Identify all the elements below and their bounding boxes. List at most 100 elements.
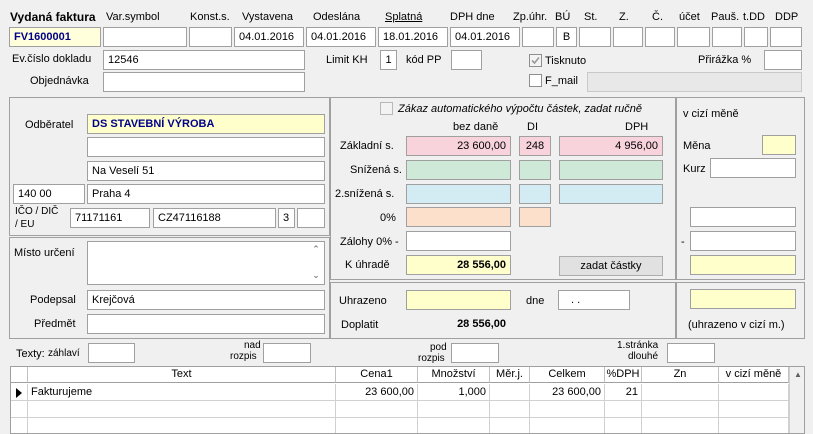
nad-rozpis-field[interactable] (263, 343, 311, 363)
pod-rozpis-field[interactable] (451, 343, 499, 363)
zakladni-bez-field[interactable]: 23 600,00 (406, 136, 511, 156)
var-symbol-field[interactable] (103, 27, 187, 47)
scroll-up-icon[interactable]: ▲ (790, 367, 804, 383)
table-cell-text[interactable]: Fakturujeme (28, 384, 336, 401)
snizena-dph-field[interactable] (559, 160, 663, 180)
k-uhrade-field[interactable]: 28 556,00 (406, 255, 511, 275)
odberatel-name-field[interactable]: DS STAVEBNÍ VÝROBA (87, 114, 325, 134)
odberatel-line2-field[interactable] (87, 137, 325, 157)
foreign-field-2[interactable] (690, 231, 796, 251)
nula-bez-field[interactable] (406, 207, 511, 227)
ico-field[interactable]: 71171161 (70, 208, 150, 228)
scroll-down-icon[interactable]: ⌄ (310, 269, 322, 281)
dic-field[interactable]: CZ47116188 (153, 208, 276, 228)
scroll-up-icon[interactable]: ⌃ (310, 243, 322, 255)
table-row-empty[interactable] (530, 401, 605, 418)
misto-textarea[interactable] (87, 241, 325, 285)
paus-field[interactable] (712, 27, 742, 47)
col-zn[interactable]: Zn (642, 367, 719, 383)
zakladni-di-field[interactable]: 248 (519, 136, 551, 156)
kurz-field[interactable] (710, 158, 796, 178)
street-field[interactable]: Na Veselí 51 (87, 161, 325, 181)
table-row-empty[interactable] (418, 401, 490, 418)
table-row-empty[interactable] (605, 418, 642, 433)
table-row-empty[interactable] (719, 418, 789, 433)
table-row-empty[interactable] (490, 401, 530, 418)
table-cell-merj[interactable] (490, 384, 530, 401)
snizena2-di-field[interactable] (519, 184, 551, 204)
invoice-number-field[interactable]: FV1600001 (9, 27, 101, 47)
zahlavi-field[interactable] (88, 343, 135, 363)
mena-field[interactable] (762, 135, 796, 155)
table-row-empty[interactable] (490, 418, 530, 433)
eu-field[interactable]: 3 (278, 208, 295, 228)
limit-kh-field[interactable]: 1 (380, 50, 397, 70)
table-row-empty[interactable] (605, 401, 642, 418)
col-cena1[interactable]: Cena1 (336, 367, 418, 383)
table-cell-zn[interactable] (642, 384, 719, 401)
nula-di-field[interactable] (519, 207, 551, 227)
ucet-field[interactable] (677, 27, 710, 47)
zakladni-dph-field[interactable]: 4 956,00 (559, 136, 663, 156)
snizena-bez-field[interactable] (406, 160, 511, 180)
col-celkem[interactable]: Celkem (530, 367, 605, 383)
table-row-empty[interactable] (28, 418, 336, 433)
foreign-field-1[interactable] (690, 207, 796, 227)
odeslana-field[interactable]: 04.01.2016 (306, 27, 376, 47)
snizena-di-field[interactable] (519, 160, 551, 180)
table-row-empty[interactable] (530, 418, 605, 433)
col-dph[interactable]: %DPH (605, 367, 642, 383)
tdd-field[interactable] (744, 27, 768, 47)
prirazka-field[interactable] (764, 50, 802, 70)
dph-dne-field[interactable]: 04.01.2016 (450, 27, 520, 47)
table-cell-dph[interactable]: 21 (605, 384, 642, 401)
psc-field[interactable]: 140 00 (13, 184, 85, 204)
zp-uhr-field[interactable] (522, 27, 554, 47)
zadat-castky-button[interactable]: zadat částky (559, 256, 663, 276)
table-row-empty[interactable] (719, 401, 789, 418)
bu-field[interactable]: B (556, 27, 577, 47)
f-mail-field[interactable] (587, 72, 802, 92)
doplatit-field[interactable]: 28 556,00 (406, 314, 511, 334)
table-row-empty[interactable] (336, 401, 418, 418)
snizena2-dph-field[interactable] (559, 184, 663, 204)
city-field[interactable]: Praha 4 (87, 184, 325, 204)
table-row-empty[interactable] (642, 418, 719, 433)
zakaz-checkbox[interactable] (380, 102, 393, 115)
kod-pp-field[interactable] (451, 50, 482, 70)
dne-field[interactable]: . . (558, 290, 630, 310)
table-cell-celkem[interactable]: 23 600,00 (530, 384, 605, 401)
table-row-empty[interactable] (418, 418, 490, 433)
table-cell-mnozstvi[interactable]: 1,000 (418, 384, 490, 401)
dlouhe-field[interactable] (667, 343, 715, 363)
table-row-empty[interactable] (28, 401, 336, 418)
foreign-field-3[interactable] (690, 255, 796, 275)
col-text[interactable]: Text (28, 367, 336, 383)
objednavka-field[interactable] (103, 72, 305, 92)
items-table[interactable]: Text Cena1 Množství Měr.j. Celkem %DPH Z… (10, 366, 805, 434)
vertical-scrollbar[interactable]: ▲ (789, 367, 804, 433)
table-row-empty[interactable] (11, 401, 28, 418)
row-selector[interactable] (11, 384, 28, 401)
f-mail-checkbox[interactable] (529, 74, 542, 87)
table-row-empty[interactable] (11, 418, 28, 433)
vystavena-field[interactable]: 04.01.2016 (234, 27, 304, 47)
konst-s-field[interactable] (189, 27, 232, 47)
z-field[interactable] (613, 27, 643, 47)
st-field[interactable] (579, 27, 611, 47)
zalohy-field[interactable] (406, 231, 511, 251)
ev-cislo-field[interactable]: 12546 (103, 50, 305, 70)
table-row-empty[interactable] (642, 401, 719, 418)
splatna-field[interactable]: 18.01.2016 (378, 27, 448, 47)
col-mnozstvi[interactable]: Množství (418, 367, 490, 383)
table-cell-cizi[interactable] (719, 384, 789, 401)
tisknuto-checkbox[interactable] (529, 54, 542, 67)
podepsal-field[interactable]: Krejčová (87, 290, 325, 310)
col-merj[interactable]: Měr.j. (490, 367, 530, 383)
col-cizi[interactable]: v cizí měně (719, 367, 789, 383)
snizena2-bez-field[interactable] (406, 184, 511, 204)
table-cell-cena1[interactable]: 23 600,00 (336, 384, 418, 401)
foreign-paid-field[interactable] (690, 289, 796, 309)
uhrazeno-field[interactable] (406, 290, 511, 310)
eu-extra-field[interactable] (297, 208, 325, 228)
